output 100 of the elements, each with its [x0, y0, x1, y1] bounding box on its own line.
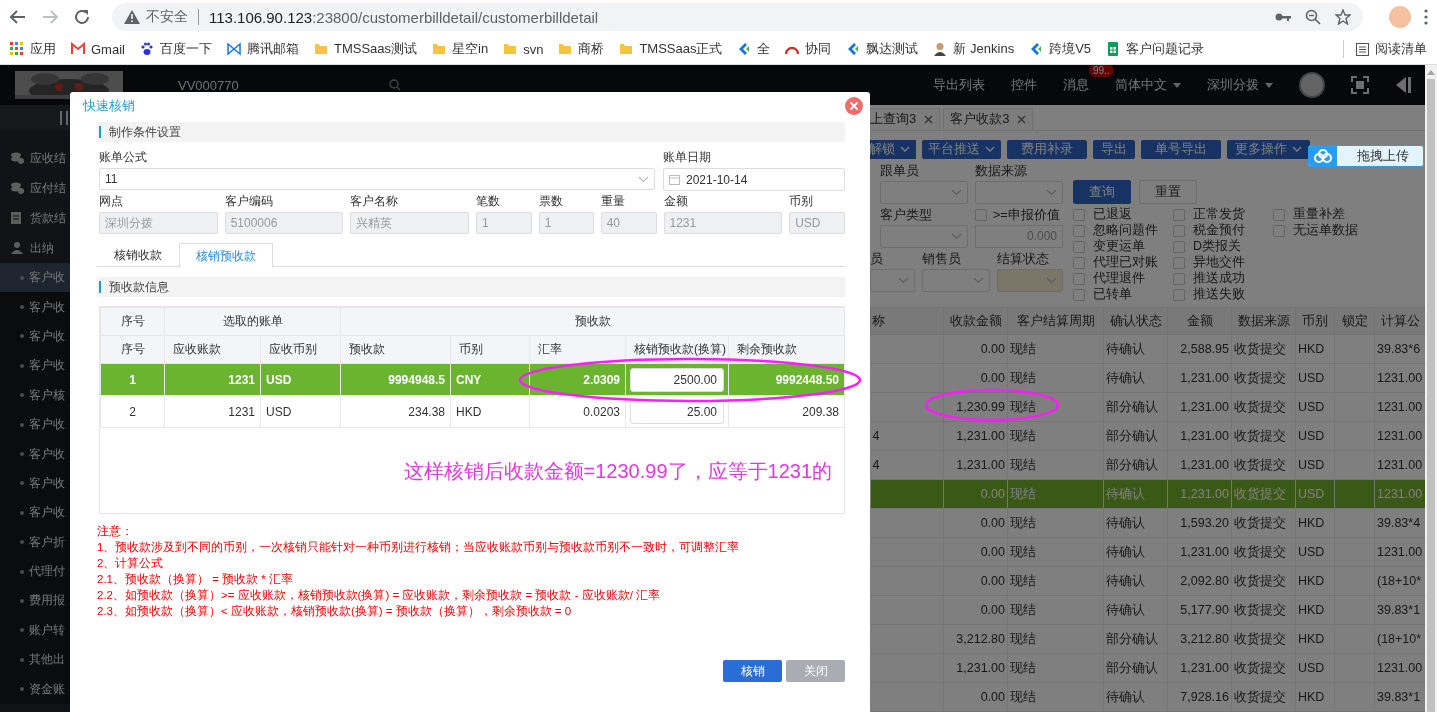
toolbar-button[interactable]: 单号导出 [1141, 139, 1221, 159]
sidebar-item[interactable]: 客户收 [0, 351, 70, 381]
select-field[interactable] [880, 181, 968, 204]
bookmark-link[interactable]: 商桥 [558, 40, 605, 58]
bookmark-link[interactable]: 星空in [432, 40, 489, 58]
sidebar-item[interactable]: 客户核 [0, 380, 70, 410]
sidebar-item[interactable]: 代理付 [0, 556, 70, 587]
table-row[interactable]: 0.00 现结 待确认 2,092.80 收货提交 HKD (18+10* [870, 566, 1425, 596]
close-icon[interactable] [924, 114, 934, 124]
sidebar-item[interactable]: 客户收 [0, 321, 70, 352]
sidebar-item[interactable]: 客户收 [0, 439, 70, 469]
bookmark-link[interactable]: svn [503, 41, 544, 57]
close-icon[interactable] [845, 97, 863, 115]
page-tab[interactable]: 客户收款3 [943, 108, 1034, 130]
bookmark-link[interactable]: 飘达测试 [846, 40, 919, 58]
sidebar-item[interactable]: 应付结 [0, 173, 70, 203]
bookmark-link[interactable]: 客户问题记录 [1106, 40, 1205, 58]
header-menu-item[interactable]: 消息 [1063, 76, 1089, 94]
table-row[interactable]: 4 1,231.00 现结 部分确认 1,231.00 收货提交 USD 1231.00 [870, 421, 1425, 451]
bookmark-link[interactable]: 腾讯邮箱 [226, 40, 299, 58]
search-button[interactable]: 查询 [1073, 180, 1131, 204]
column-header[interactable]: 计算公 [1374, 307, 1425, 335]
column-header[interactable]: 锁定 [1334, 307, 1375, 335]
bookmark-link[interactable]: 应用 [10, 40, 56, 58]
column-header[interactable]: 币别 [1295, 307, 1335, 335]
table-row[interactable]: 0.00 现结 待确认 1,231.00 收货提交 USD 1231.00 [870, 363, 1425, 393]
reload-icon[interactable] [72, 7, 92, 27]
scroll-up-icon[interactable] [1427, 70, 1435, 75]
close-icon[interactable] [1017, 114, 1027, 124]
toolbar-button[interactable]: 导出 [1093, 139, 1135, 159]
table-row[interactable]: 0.00 现结 待确认 1,231.00 收货提交 USD 1231.00 [870, 537, 1425, 567]
sidebar-item[interactable]: 费用报 [0, 586, 70, 616]
table-row[interactable]: 0.00 现结 待确认 7,928.16 收货提交 HKD 39.83*1 [870, 682, 1425, 712]
checkbox[interactable] [1173, 208, 1185, 221]
table-row[interactable]: 4 1,231.00 现结 部分确认 1,231.00 收货提交 USD 1231.00 [870, 450, 1425, 480]
bookmark-link[interactable]: 全 [737, 40, 771, 58]
sidebar-item[interactable]: 应收结 [0, 143, 70, 173]
sidebar-item[interactable]: 出纳 [0, 233, 70, 263]
select-field[interactable] [997, 269, 1063, 292]
tab[interactable]: 核销预收款 [179, 243, 273, 268]
bookmark-link[interactable]: TMSSaas测试 [313, 40, 418, 58]
checkbox[interactable] [1173, 240, 1185, 253]
table-row[interactable]: 2 1231 USD 234.38 HKD 0.0203 25.00 209.38 [100, 395, 845, 428]
star-icon[interactable] [1335, 9, 1351, 25]
header-menu-item[interactable]: 控件 [1011, 76, 1037, 94]
checkbox[interactable] [1273, 224, 1285, 237]
checkbox[interactable] [1273, 208, 1285, 221]
table-row[interactable]: 3,212.80 现结 部分确认 3,212.80 收货提交 HKD (18+10* [870, 624, 1425, 654]
fullscreen-icon[interactable] [1351, 76, 1369, 94]
select-field[interactable] [922, 269, 990, 292]
bookmark-link[interactable]: 新 Jenkins [933, 40, 1015, 58]
bookmark-link[interactable]: TMSSaas正式 [619, 40, 723, 58]
table-row[interactable]: 0.00 现结 待确认 2,588.95 收货提交 HKD 39.83*6 [870, 334, 1425, 364]
table-row[interactable]: 1,230.99 现结 部分确认 1,231.00 收货提交 USD 1231.00 [870, 392, 1425, 422]
reset-button[interactable]: 重置 [1139, 180, 1197, 204]
column-header[interactable]: 客户结算周期 [1007, 307, 1104, 335]
bookmark-link[interactable]: Gmail [71, 41, 125, 57]
toolbar-button[interactable]: 平台推送 [922, 139, 1001, 159]
confirm-button[interactable]: 核销 [723, 660, 782, 682]
zoom-icon[interactable] [1305, 9, 1321, 25]
table-row[interactable]: 1 1231 USD 9994948.5 CNY 2.0309 2500.00 9992448.50 [100, 363, 845, 396]
column-header[interactable]: 收款金额 [943, 307, 1008, 335]
header-menu-item[interactable]: 导出列表 [933, 76, 985, 94]
sidebar-item[interactable]: 货款结 [0, 203, 70, 233]
sidebar-item[interactable]: 客户收 [0, 292, 70, 322]
checkbox[interactable] [1173, 256, 1185, 269]
key-icon[interactable] [1275, 12, 1291, 22]
checkbox[interactable] [1073, 208, 1085, 221]
sidebar-item[interactable]: 客户收 [0, 409, 70, 440]
sidebar-item[interactable]: 客户收 [0, 263, 70, 293]
checkbox[interactable] [1073, 288, 1085, 301]
amount-field[interactable]: 2500.00 [630, 367, 724, 392]
collapse-icon[interactable] [1395, 76, 1411, 94]
toolbar-button[interactable]: 费用补录 [1007, 139, 1087, 159]
header-menu-item[interactable]: 简体中文 [1115, 76, 1181, 94]
checkbox[interactable] [1073, 224, 1085, 237]
toolbar-button[interactable]: 更多操作 [1227, 139, 1310, 159]
checkbox[interactable] [1173, 288, 1185, 301]
select-field[interactable] [870, 269, 915, 292]
select-field[interactable]: 11 [99, 168, 655, 190]
bookmark-link[interactable]: 协同 [785, 40, 832, 58]
table-row[interactable]: 0.00 现结 待确认 5,177.90 收货提交 HKD 39.83*1 [870, 595, 1425, 625]
checkbox[interactable] [1173, 224, 1185, 237]
checkbox[interactable] [1073, 256, 1085, 269]
scrollbar[interactable] [1425, 65, 1437, 712]
column-header[interactable]: 金额 [1167, 307, 1232, 335]
table-row[interactable]: 1,231.00 现结 部分确认 1,231.00 收货提交 USD 1231.00 [870, 653, 1425, 683]
checkbox[interactable] [1073, 272, 1085, 285]
sidebar-item[interactable]: 其他出 [0, 645, 70, 675]
sidebar-item[interactable]: 客户收 [0, 468, 70, 499]
checkbox[interactable] [1073, 240, 1085, 253]
sidebar-item[interactable]: 客户折 [0, 527, 70, 557]
sidebar-item[interactable]: 客户收 [0, 498, 70, 528]
column-header[interactable]: 数据来源 [1231, 307, 1296, 335]
address-bar[interactable]: 不安全 113.106.90.123:23800/customerbilldetail/customerbilldetail [112, 3, 1363, 31]
checkbox[interactable] [1173, 272, 1185, 285]
sidebar-item[interactable]: 资金账 [0, 674, 70, 704]
bookmark-link[interactable]: 跨境V5 [1029, 40, 1092, 58]
user-avatar[interactable] [1299, 72, 1325, 98]
column-header[interactable]: 称 [870, 307, 944, 335]
